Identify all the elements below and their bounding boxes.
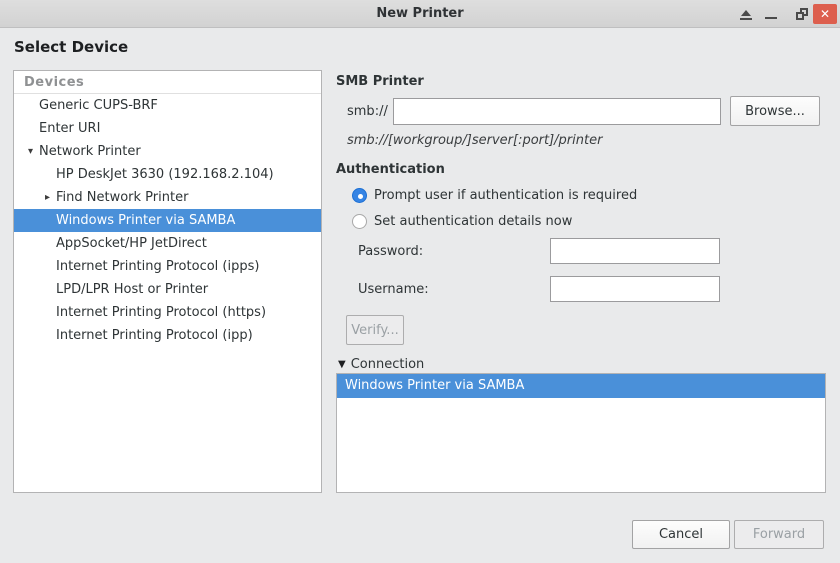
radio-row-set-auth[interactable]: Set authentication details now bbox=[352, 214, 572, 229]
device-row-label: Internet Printing Protocol (ipps) bbox=[56, 255, 259, 278]
device-row[interactable]: Internet Printing Protocol (ipp) bbox=[14, 324, 321, 347]
expander-down-icon[interactable]: ▾ bbox=[22, 140, 39, 163]
device-row-label: Windows Printer via SAMBA bbox=[56, 209, 235, 232]
password-label: Password: bbox=[358, 244, 423, 259]
device-row[interactable]: HP DeskJet 3630 (192.168.2.104) bbox=[14, 163, 321, 186]
smb-uri-input[interactable] bbox=[393, 98, 721, 125]
window-title: New Printer bbox=[0, 0, 840, 28]
expander-down-icon: ▼ bbox=[338, 359, 346, 370]
browse-button[interactable]: Browse... bbox=[730, 96, 820, 126]
radio-prompt-auth[interactable] bbox=[352, 188, 367, 203]
radio-row-prompt[interactable]: Prompt user if authentication is require… bbox=[352, 188, 637, 203]
device-row[interactable]: ▾Network Printer bbox=[14, 140, 321, 163]
radio-set-label: Set authentication details now bbox=[374, 214, 572, 229]
device-row-label: HP DeskJet 3630 (192.168.2.104) bbox=[56, 163, 274, 186]
shade-icon[interactable] bbox=[738, 0, 754, 28]
devices-panel: Devices Generic CUPS-BRFEnter URI▾Networ… bbox=[13, 70, 322, 493]
username-field[interactable] bbox=[550, 276, 720, 302]
device-row-label: Find Network Printer bbox=[56, 186, 188, 209]
device-row-label: Enter URI bbox=[39, 117, 100, 140]
username-label: Username: bbox=[358, 282, 429, 297]
authentication-heading: Authentication bbox=[336, 162, 445, 177]
cancel-button[interactable]: Cancel bbox=[632, 520, 730, 549]
device-row[interactable]: AppSocket/HP JetDirect bbox=[14, 232, 321, 255]
connection-list-item[interactable]: Windows Printer via SAMBA bbox=[337, 374, 825, 398]
smb-scheme-label: smb:// bbox=[347, 104, 388, 119]
device-row-label: LPD/LPR Host or Printer bbox=[56, 278, 208, 301]
close-icon[interactable]: ✕ bbox=[813, 4, 837, 24]
device-row[interactable]: LPD/LPR Host or Printer bbox=[14, 278, 321, 301]
device-row[interactable]: Enter URI bbox=[14, 117, 321, 140]
device-row[interactable]: ▸Find Network Printer bbox=[14, 186, 321, 209]
device-row-label: Generic CUPS-BRF bbox=[39, 94, 158, 117]
device-row-label: AppSocket/HP JetDirect bbox=[56, 232, 207, 255]
page-title: Select Device bbox=[14, 38, 128, 56]
device-row-label: Internet Printing Protocol (https) bbox=[56, 301, 266, 324]
connection-list: Windows Printer via SAMBA bbox=[336, 373, 826, 493]
verify-button[interactable]: Verify... bbox=[346, 315, 404, 345]
device-row[interactable]: Internet Printing Protocol (ipps) bbox=[14, 255, 321, 278]
restore-square-front bbox=[796, 12, 804, 20]
restore-icon[interactable] bbox=[796, 0, 810, 28]
connection-heading: Connection bbox=[351, 357, 425, 372]
smb-printer-heading: SMB Printer bbox=[336, 74, 424, 89]
devices-column-header[interactable]: Devices bbox=[14, 71, 321, 94]
device-row[interactable]: Internet Printing Protocol (https) bbox=[14, 301, 321, 324]
radio-prompt-label: Prompt user if authentication is require… bbox=[374, 188, 637, 203]
device-row[interactable]: Generic CUPS-BRF bbox=[14, 94, 321, 117]
titlebar[interactable]: New Printer ✕ bbox=[0, 0, 840, 28]
devices-list: Generic CUPS-BRFEnter URI▾Network Printe… bbox=[14, 94, 321, 347]
password-field[interactable] bbox=[550, 238, 720, 264]
forward-button[interactable]: Forward bbox=[734, 520, 824, 549]
device-row-label: Internet Printing Protocol (ipp) bbox=[56, 324, 253, 347]
new-printer-dialog: New Printer ✕ Select Device Devices Gene… bbox=[0, 0, 840, 563]
expander-right-icon[interactable]: ▸ bbox=[39, 186, 56, 209]
minimize-icon[interactable] bbox=[764, 0, 778, 28]
connection-expander[interactable]: ▼ Connection bbox=[338, 357, 424, 372]
radio-set-auth[interactable] bbox=[352, 214, 367, 229]
device-row-label: Network Printer bbox=[39, 140, 141, 163]
smb-uri-hint: smb://[workgroup/]server[:port]/printer bbox=[347, 133, 602, 148]
device-row[interactable]: Windows Printer via SAMBA bbox=[14, 209, 321, 232]
